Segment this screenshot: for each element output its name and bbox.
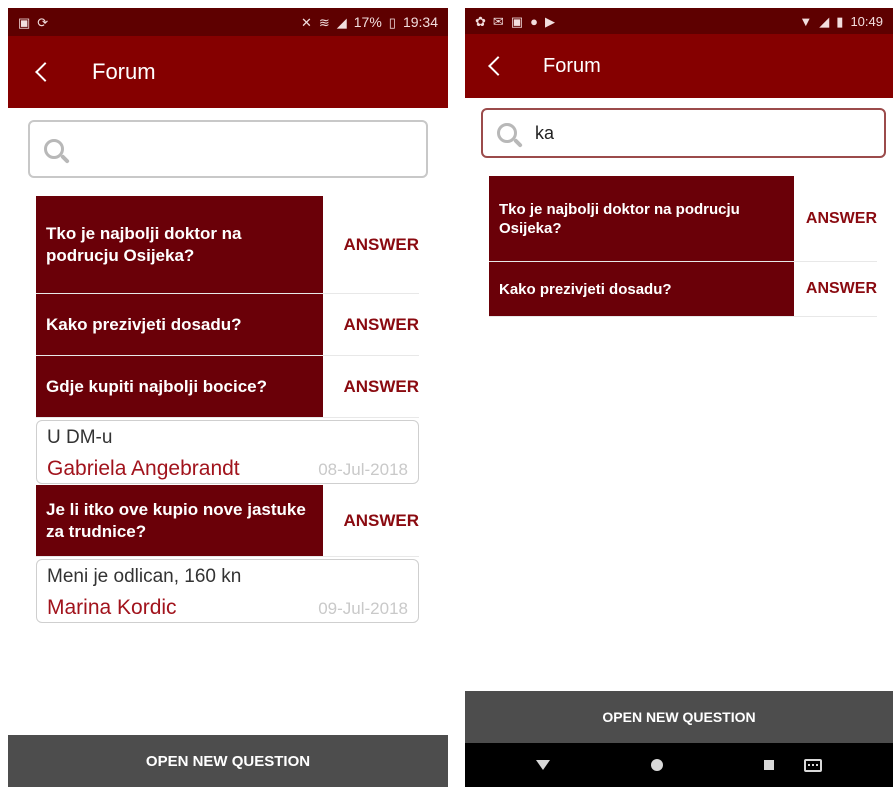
answer-button[interactable]: ANSWER [794,262,877,316]
battery-icon: ▯ [388,14,396,30]
mail-icon: ✉ [492,13,504,29]
answer-button[interactable]: ANSWER [794,176,877,261]
nav-recents-icon[interactable] [764,760,775,770]
gallery-icon: ▣ [510,13,524,29]
open-new-question-button[interactable]: OPEN NEW QUESTION [8,735,448,787]
question-text[interactable]: Gdje kupiti najbolji bocice? [36,356,323,417]
battery-icon: ▮ [836,13,844,29]
answer-button[interactable]: ANSWER [323,485,419,556]
record-icon: ● [530,13,538,29]
left-phone-screen: ▣ ⟳ ✕ ≋ ◢ 17% ▯ 19:34 Forum Tko je najbo… [8,8,448,787]
reply-text: Meni je odlican, 160 kn [47,566,242,587]
search-box[interactable] [481,108,886,158]
reply-author: Gabriela Angebrandt [47,457,240,480]
page-title: Forum [92,59,156,84]
question-text[interactable]: Kako prezivjeti dosadu? [36,294,323,355]
open-new-question-button[interactable]: OPEN NEW QUESTION [465,691,893,743]
question-text[interactable]: Je li itko ove kupio nove jastuke za tru… [36,485,323,556]
question-row: Kako prezivjeti dosadu? ANSWER [36,294,419,356]
back-arrow-icon[interactable] [488,56,508,76]
clock: 10:49 [850,13,883,29]
question-list: Tko je najbolji doktor na podrucju Osije… [489,176,877,317]
reply-author: Marina Kordic [47,596,177,619]
battery-percent: 17% [353,14,382,30]
nav-home-icon[interactable] [650,759,663,771]
right-phone-screen: ✿ ✉ ▣ ● ▶ ▼ ◢ ▮ 10:49 Forum Tko je najbo… [465,8,893,787]
status-bar: ✿ ✉ ▣ ● ▶ ▼ ◢ ▮ 10:49 [465,8,893,34]
answer-button[interactable]: ANSWER [323,294,419,355]
status-bar: ▣ ⟳ ✕ ≋ ◢ 17% ▯ 19:34 [8,8,448,36]
back-arrow-icon[interactable] [35,62,55,82]
question-text[interactable]: Tko je najbolji doktor na podrucju Osije… [36,196,323,293]
reply-date: 08-Jul-2018 [318,460,408,479]
signal-icon: ◢ [819,13,830,29]
reply-card: U DM-u Gabriela Angebrandt 08-Jul-2018 [36,420,419,484]
wifi-icon: ≋ [318,14,330,30]
app-bar: Forum [465,34,893,98]
reply-card: Meni je odlican, 160 kn Marina Kordic 09… [36,559,419,623]
question-text[interactable]: Tko je najbolji doktor na podrucju Osije… [489,176,794,261]
question-row: Kako prezivjeti dosadu? ANSWER [489,262,877,317]
app-bar: Forum [8,36,448,108]
question-row: Tko je najbolji doktor na podrucju Osije… [36,196,419,294]
search-icon [44,139,64,159]
reply-date: 09-Jul-2018 [318,599,408,618]
play-store-icon: ▶ [544,13,555,29]
keyboard-icon[interactable] [804,758,823,772]
signal-icon: ◢ [336,14,347,30]
question-row: Tko je najbolji doktor na podrucju Osije… [489,176,877,262]
wifi-icon: ▼ [799,13,813,29]
sync-icon: ⟳ [37,14,49,30]
question-list: Tko je najbolji doktor na podrucju Osije… [36,196,419,624]
nav-back-icon[interactable] [535,760,550,770]
clock: 19:34 [402,14,438,30]
question-text[interactable]: Kako prezivjeti dosadu? [489,262,794,316]
reply-text: U DM-u [47,427,113,448]
answer-button[interactable]: ANSWER [323,196,419,293]
settings-icon: ✿ [475,13,486,29]
android-nav-bar [465,743,893,787]
search-input[interactable] [535,122,835,144]
image-icon: ▣ [18,14,31,30]
question-row: Gdje kupiti najbolji bocice? ANSWER [36,356,419,418]
search-input[interactable] [82,138,382,160]
answer-button[interactable]: ANSWER [323,356,419,417]
search-box[interactable] [28,120,428,178]
search-icon [497,123,517,143]
mute-icon: ✕ [300,14,312,30]
question-row: Je li itko ove kupio nove jastuke za tru… [36,485,419,557]
page-title: Forum [543,54,601,77]
